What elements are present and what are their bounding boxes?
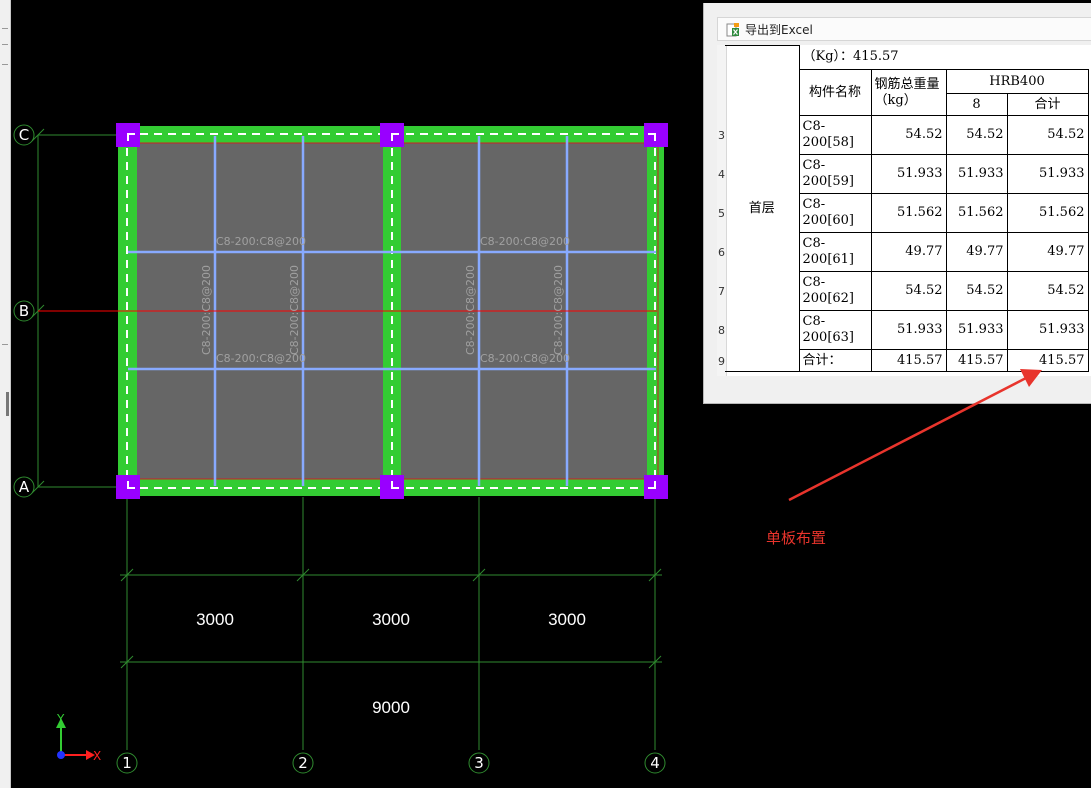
total-weight: 54.52 (870, 271, 947, 311)
axis-label-1: 1 (122, 754, 132, 772)
rebar-label-v: C8-200:C8@200 (200, 265, 213, 355)
weight-sum: 54.52 (1006, 115, 1089, 155)
strip-tick (2, 44, 8, 45)
strip-tick (2, 344, 8, 345)
axis-label-a: A (19, 478, 30, 496)
weight-d8: 51.933 (945, 154, 1008, 194)
axis-label-c: C (19, 126, 29, 144)
rebar-label-v: C8-200:C8@200 (464, 265, 477, 355)
total-weight: 54.52 (870, 115, 947, 155)
span-dim-3: 3000 (548, 610, 586, 629)
col-diameter-header: 8 (945, 93, 1008, 116)
left-panel-edge (0, 0, 11, 788)
weight-sum: 51.562 (1006, 193, 1089, 233)
span-dim-1: 3000 (196, 610, 234, 629)
axis-label-4: 4 (650, 754, 660, 772)
rebar-label-h: C8-200:C8@200 (480, 235, 570, 248)
weight-d8: 49.77 (945, 232, 1008, 272)
ucs-y-label: Y (56, 712, 65, 726)
col-weight-header: 钢筋总重量（kg） (870, 69, 947, 116)
ucs-icon: Y X (56, 712, 101, 763)
splitter-handle[interactable] (6, 392, 9, 416)
axis-bubbles-cols[interactable] (116, 752, 666, 774)
axis-labels-rows: C B A (19, 126, 30, 496)
rebar-label-v: C8-200:C8@200 (288, 265, 301, 355)
component-name: C8-200[63] (798, 310, 872, 350)
strip-tick (2, 64, 8, 65)
cad-drawing-canvas[interactable]: C8-200:C8@200 C8-200:C8@200 C8-200:C8@20… (11, 0, 703, 788)
panel-footer (717, 376, 1091, 403)
total-weight: 49.77 (870, 232, 947, 272)
component-name: C8-200[62] (798, 271, 872, 311)
axis-label-b: B (19, 302, 29, 320)
weight-sum: 415.57 (1006, 349, 1089, 372)
total-weight: 51.933 (870, 154, 947, 194)
weight-d8: 54.52 (945, 271, 1008, 311)
ucs-x-label: X (93, 749, 101, 763)
weight-sum: 49.77 (1006, 232, 1089, 272)
col-sum-header: 合计 (1006, 93, 1089, 116)
dimension-texts: 3000 3000 3000 9000 (196, 610, 586, 717)
total-dim: 9000 (372, 698, 410, 717)
excel-export-icon (726, 22, 740, 37)
export-excel-label: 导出到Excel (745, 22, 813, 37)
total-weight-header: （Kg）：415.57 (799, 45, 1088, 70)
rebar-summary-table: 首层 （Kg）：415.57 构件名称 钢筋总重量（kg） HRB400 8 合… (725, 45, 1089, 372)
col-grade-header: HRB400 (945, 69, 1089, 94)
total-weight: 51.933 (870, 310, 947, 350)
annotation-text: 单板布置 (766, 529, 827, 547)
report-sheet[interactable]: 3 4 5 6 7 8 9 首层 （Kg）：415.57 构件名称 钢筋总重量（… (717, 45, 1091, 376)
total-row-label: 合计： (798, 349, 872, 372)
weight-sum: 51.933 (1006, 310, 1089, 350)
weight-d8: 51.562 (945, 193, 1008, 233)
span-dim-2: 3000 (372, 610, 410, 629)
table-row: 首层 （Kg）：415.57 (725, 45, 1088, 372)
rebar-label-h: C8-200:C8@200 (216, 235, 306, 248)
component-name: C8-200[59] (798, 154, 872, 194)
rebar-label-v: C8-200:C8@200 (552, 265, 565, 355)
component-name: C8-200[58] (798, 115, 872, 155)
total-weight: 415.57 (870, 349, 947, 372)
ucs-origin (57, 751, 65, 759)
rebar-report-panel: 导出到Excel 3 4 5 6 7 8 9 首层 （Kg）：415.57 构件… (703, 3, 1091, 404)
total-weight: 51.562 (870, 193, 947, 233)
weight-d8: 51.933 (945, 310, 1008, 350)
col-component-header: 构件名称 (798, 69, 872, 116)
axis-labels-cols: 1 2 3 4 (122, 754, 660, 772)
axis-label-3: 3 (474, 754, 484, 772)
weight-d8: 54.52 (945, 115, 1008, 155)
weight-d8: 415.57 (945, 349, 1008, 372)
axis-label-2: 2 (298, 754, 308, 772)
strip-tick (2, 28, 8, 29)
export-excel-button[interactable]: 导出到Excel (717, 17, 1091, 41)
component-name: C8-200[61] (798, 232, 872, 272)
floor-cell: 首层 (725, 45, 800, 372)
weight-sum: 51.933 (1006, 154, 1089, 194)
weight-sum: 54.52 (1006, 271, 1089, 311)
component-name: C8-200[60] (798, 193, 872, 233)
